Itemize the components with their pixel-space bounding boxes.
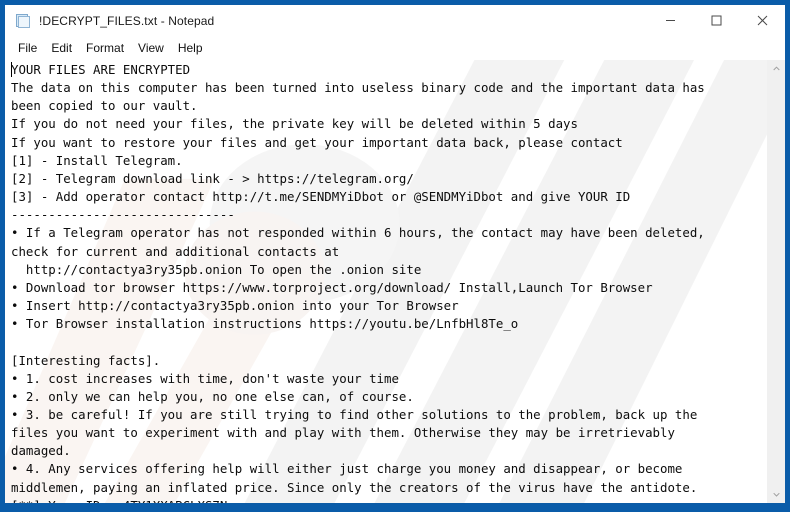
chevron-up-icon xyxy=(773,66,780,71)
menu-bar: File Edit Format View Help xyxy=(5,37,785,60)
window-title: !DECRYPT_FILES.txt - Notepad xyxy=(39,13,215,28)
title-bar-left: !DECRYPT_FILES.txt - Notepad xyxy=(5,13,647,29)
maximize-button[interactable] xyxy=(693,5,739,36)
minimize-button[interactable] xyxy=(647,5,693,36)
title-bar[interactable]: !DECRYPT_FILES.txt - Notepad xyxy=(5,5,785,37)
maximize-icon xyxy=(711,15,721,26)
chevron-down-icon xyxy=(773,492,780,497)
notepad-window: !DECRYPT_FILES.txt - Notepad File Edit F… xyxy=(4,4,786,504)
text-editor[interactable]: YOUR FILES ARE ENCRYPTED The data on thi… xyxy=(5,60,767,503)
notepad-document-icon xyxy=(15,13,31,29)
menu-item-file[interactable]: File xyxy=(11,39,44,58)
ransom-note-text[interactable]: YOUR FILES ARE ENCRYPTED The data on thi… xyxy=(5,60,767,503)
menu-item-edit[interactable]: Edit xyxy=(44,39,79,58)
close-icon xyxy=(757,15,767,26)
desktop-background: !DECRYPT_FILES.txt - Notepad File Edit F… xyxy=(0,0,790,512)
menu-item-view[interactable]: View xyxy=(131,39,171,58)
menu-item-format[interactable]: Format xyxy=(79,39,131,58)
scroll-down-arrow[interactable] xyxy=(768,486,785,503)
scrollbar-track[interactable] xyxy=(768,77,785,486)
minimize-icon xyxy=(665,20,675,21)
window-controls xyxy=(647,5,785,36)
scroll-up-arrow[interactable] xyxy=(768,60,785,77)
text-caret xyxy=(11,62,12,77)
content-area: YOUR FILES ARE ENCRYPTED The data on thi… xyxy=(5,60,785,503)
close-button[interactable] xyxy=(739,5,785,36)
vertical-scrollbar[interactable] xyxy=(767,60,785,503)
menu-item-help[interactable]: Help xyxy=(171,39,210,58)
